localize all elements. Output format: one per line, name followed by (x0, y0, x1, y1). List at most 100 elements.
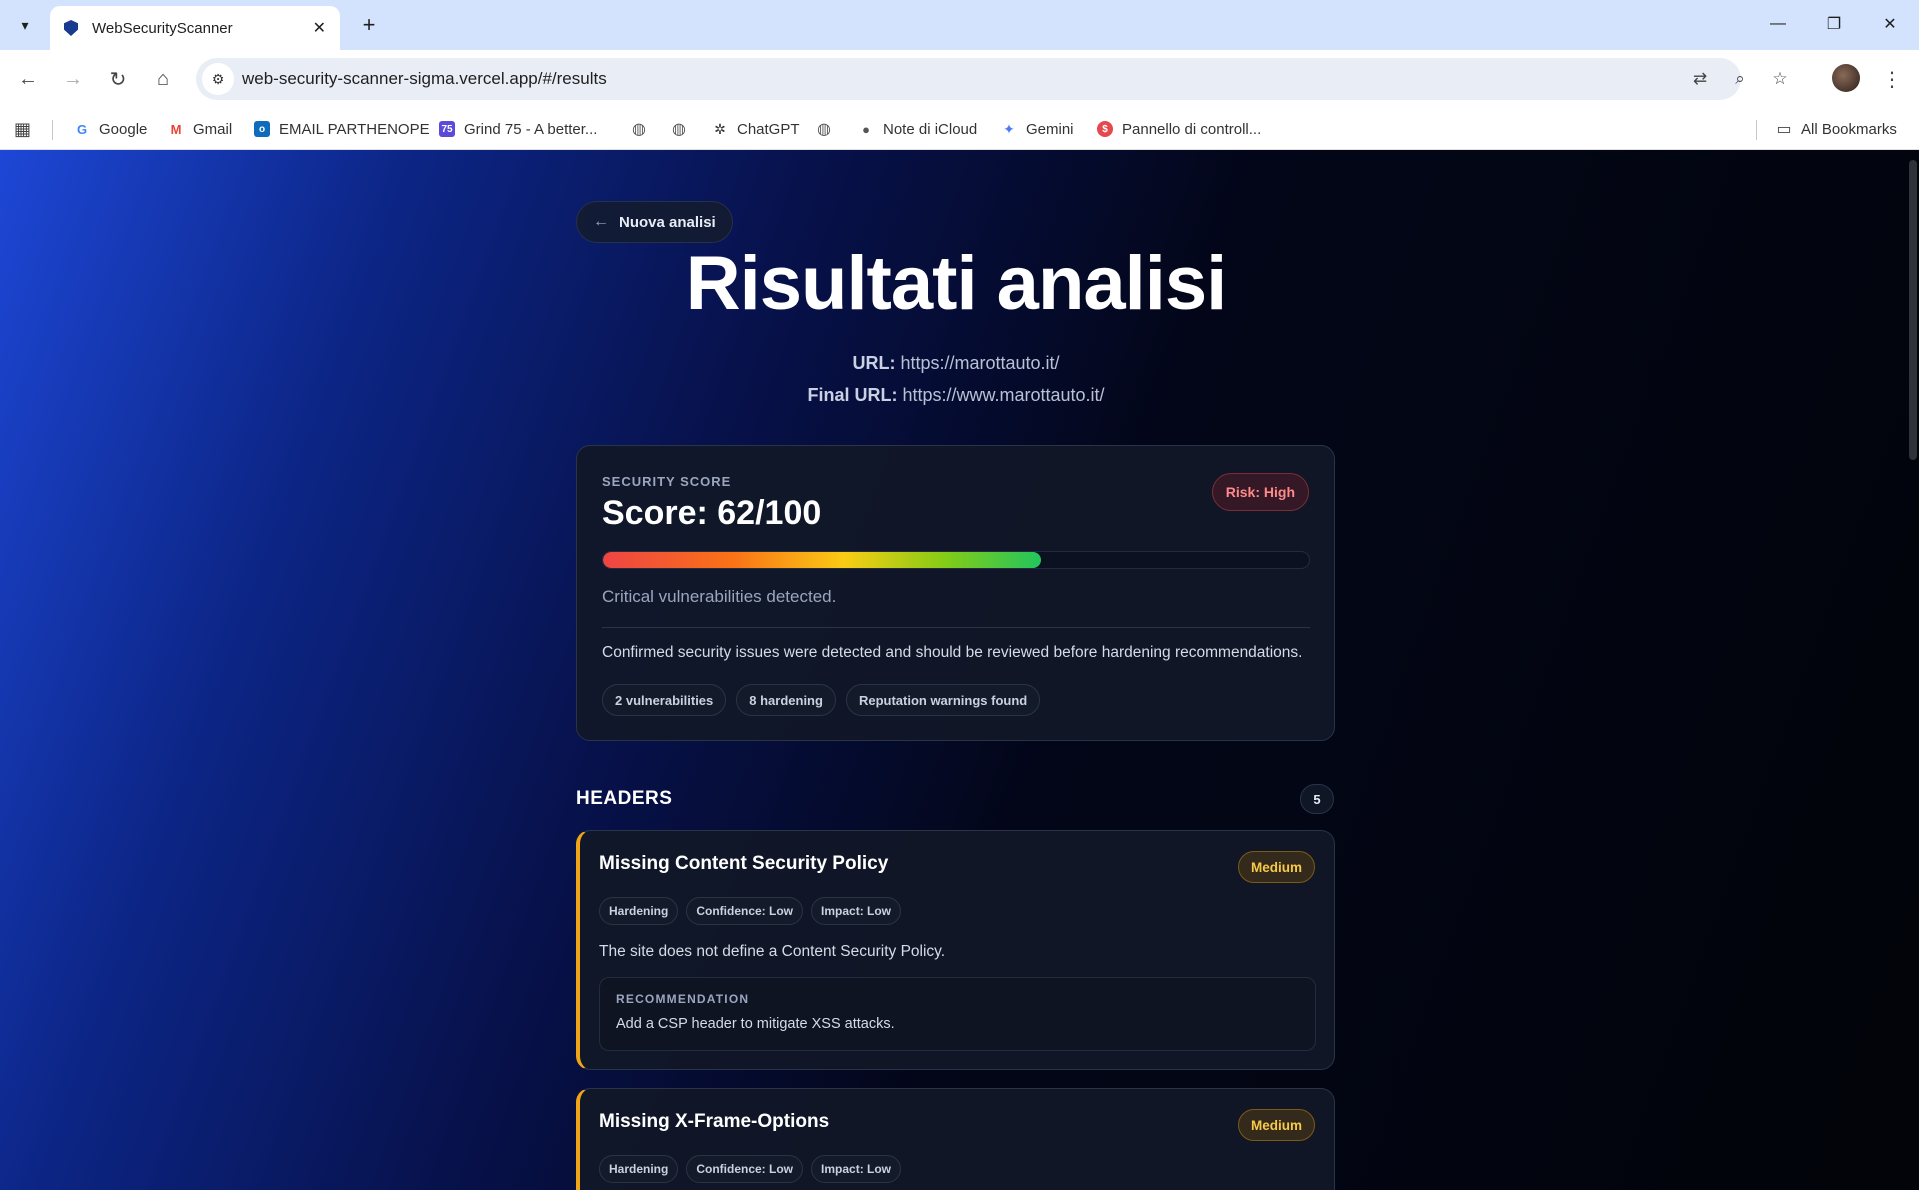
risk-badge: Risk: High (1211, 473, 1309, 511)
section-count-badge: 5 (1300, 784, 1334, 814)
score-summary: Critical vulnerabilities detected. (602, 587, 837, 606)
back-arrow-icon[interactable]: ← (11, 62, 45, 96)
site-info-icon[interactable]: ⚙ (202, 63, 234, 95)
finding-title: Missing X-Frame-Options (599, 1111, 830, 1132)
tag-category: Hardening (599, 897, 679, 925)
recommendation-text: Add a CSP header to mitigate XSS attacks… (616, 1016, 895, 1032)
bookmark-label: Grind 75 - A better... (464, 120, 598, 138)
bookmark-grind75[interactable]: 75 Grind 75 - A better... (439, 118, 597, 140)
home-icon[interactable]: ⌂ (146, 62, 180, 96)
bookmark-email-parthenope[interactable]: o EMAIL PARTHENOPE (254, 118, 430, 140)
browser-toolbar: ← → ↻ ⌂ ⚙ web-security-scanner-sigma.ver… (0, 50, 1919, 108)
new-analysis-button[interactable]: ← Nuova analisi (576, 201, 733, 243)
score-progress-bar (602, 551, 1310, 569)
apps-grid-icon[interactable]: ▦ (14, 118, 31, 140)
globe-bookmark-icon[interactable]: ◍ (817, 118, 831, 140)
grind75-icon: 75 (439, 121, 455, 137)
bookmark-label: Pannello di controll... (1122, 120, 1262, 138)
restore-icon[interactable]: ❐ (1814, 8, 1854, 40)
score-details: Confirmed security issues were detected … (602, 644, 1303, 661)
gmail-icon: M (168, 121, 184, 137)
new-tab-button[interactable]: + (354, 10, 384, 40)
address-bar[interactable]: ⚙ web-security-scanner-sigma.vercel.app/… (196, 58, 1788, 100)
card-divider (602, 627, 1310, 628)
score-chips: 2 vulnerabilities 8 hardening Reputation… (602, 684, 1041, 716)
bookmarks-bar: ▦ G Google M Gmail o EMAIL PARTHENOPE 75… (0, 108, 1919, 150)
arrow-left-icon: ← (593, 213, 609, 230)
bookmark-google[interactable]: G Google (74, 118, 147, 140)
recommendation-label: RECOMMENDATION (616, 992, 750, 1006)
tag-confidence: Confidence: Low (686, 1155, 804, 1183)
security-score-card: SECURITY SCORE Score: 62/100 Risk: High … (576, 445, 1335, 741)
profile-avatar[interactable] (1832, 64, 1860, 92)
final-url-label: Final URL: (807, 385, 898, 405)
url-label: URL: (852, 353, 896, 373)
bookmark-gmail[interactable]: M Gmail (168, 118, 232, 140)
finding-card[interactable]: Missing Content Security Policy Medium H… (576, 830, 1335, 1070)
page-title: Risultati analisi (685, 241, 1228, 326)
bookmarks-divider (52, 120, 53, 140)
browser-menu-icon[interactable]: ⋮ (1878, 62, 1906, 96)
bookmark-label: Gmail (193, 120, 233, 138)
tag-confidence: Confidence: Low (686, 897, 804, 925)
browser-tab-bar: ▾ WebSecurityScanner ✕ + — ❐ ✕ (0, 0, 1919, 50)
bookmark-label: Gemini (1026, 120, 1074, 138)
finding-tags: Hardening Confidence: Low Impact: Low (599, 1155, 902, 1183)
tab-title: WebSecurityScanner (92, 19, 233, 37)
globe-bookmark-icon[interactable]: ◍ (672, 118, 686, 140)
section-title-headers: HEADERS (576, 788, 673, 809)
tab-search-chevron-icon[interactable]: ▾ (10, 10, 40, 40)
reload-icon[interactable]: ↻ (101, 62, 135, 96)
security-score-label: SECURITY SCORE (602, 474, 732, 489)
minimize-icon[interactable]: — (1758, 8, 1798, 40)
finding-title: Missing Content Security Policy (599, 853, 889, 874)
new-analysis-label: Nuova analisi (619, 213, 716, 231)
tag-impact: Impact: Low (811, 897, 902, 925)
zoom-icon[interactable]: ⌕ (1726, 65, 1754, 93)
browser-tab[interactable]: WebSecurityScanner ✕ (50, 6, 340, 50)
gemini-icon: ✦ (1001, 121, 1017, 137)
url-value: https://marottauto.it/ (900, 353, 1060, 373)
forward-arrow-icon[interactable]: → (56, 62, 90, 96)
tab-close-icon[interactable]: ✕ (313, 18, 326, 38)
bookmark-label: Note di iCloud (883, 120, 978, 138)
all-bookmarks[interactable]: ▭ All Bookmarks (1776, 118, 1897, 140)
all-bookmarks-label: All Bookmarks (1801, 120, 1897, 138)
site-favicon-icon (64, 20, 78, 36)
severity-badge: Medium (1237, 851, 1315, 883)
vulnerabilities-chip: 2 vulnerabilities (602, 684, 727, 716)
score-progress-fill (603, 552, 1041, 568)
final-url-line: Final URL: https://www.marottauto.it/ (576, 385, 1336, 406)
finding-tags: Hardening Confidence: Low Impact: Low (599, 897, 902, 925)
chatgpt-icon: ✲ (712, 121, 728, 137)
outlook-icon: o (254, 121, 270, 137)
finding-card[interactable]: Missing X-Frame-Options Medium Hardening… (576, 1088, 1335, 1190)
close-window-icon[interactable]: ✕ (1870, 8, 1910, 40)
bookmark-control-panel[interactable]: $ Pannello di controll... (1097, 118, 1261, 140)
google-icon: G (74, 121, 90, 137)
panel-icon: $ (1097, 121, 1113, 137)
page-scrollbar[interactable] (1905, 150, 1919, 1190)
folder-icon: ▭ (1776, 121, 1792, 138)
finding-description: The site does not define a Content Secur… (599, 943, 946, 960)
bookmark-chatgpt[interactable]: ✲ ChatGPT (712, 118, 800, 140)
bookmark-label: Google (99, 120, 148, 138)
results-page: ← Nuova analisi Risultati analisi URL: h… (0, 150, 1919, 1190)
globe-bookmark-icon[interactable]: ◍ (632, 118, 646, 140)
severity-badge: Medium (1237, 1109, 1315, 1141)
hardening-chip: 8 hardening (736, 684, 836, 716)
tag-category: Hardening (599, 1155, 679, 1183)
bookmark-label: ChatGPT (737, 120, 800, 138)
apple-icon: ● (858, 121, 874, 137)
bookmark-icloud-notes[interactable]: ● Note di iCloud (858, 118, 977, 140)
reputation-chip: Reputation warnings found (845, 684, 1041, 716)
final-url-value: https://www.marottauto.it/ (902, 385, 1105, 405)
bookmarks-divider (1756, 120, 1757, 140)
tag-impact: Impact: Low (811, 1155, 902, 1183)
address-url[interactable]: web-security-scanner-sigma.vercel.app/#/… (242, 69, 607, 89)
star-bookmark-icon[interactable]: ☆ (1766, 65, 1794, 93)
translate-icon[interactable]: ⇄ (1686, 65, 1714, 93)
score-value: Score: 62/100 (602, 494, 822, 532)
bookmark-gemini[interactable]: ✦ Gemini (1001, 118, 1074, 140)
scrollbar-thumb[interactable] (1909, 160, 1917, 460)
